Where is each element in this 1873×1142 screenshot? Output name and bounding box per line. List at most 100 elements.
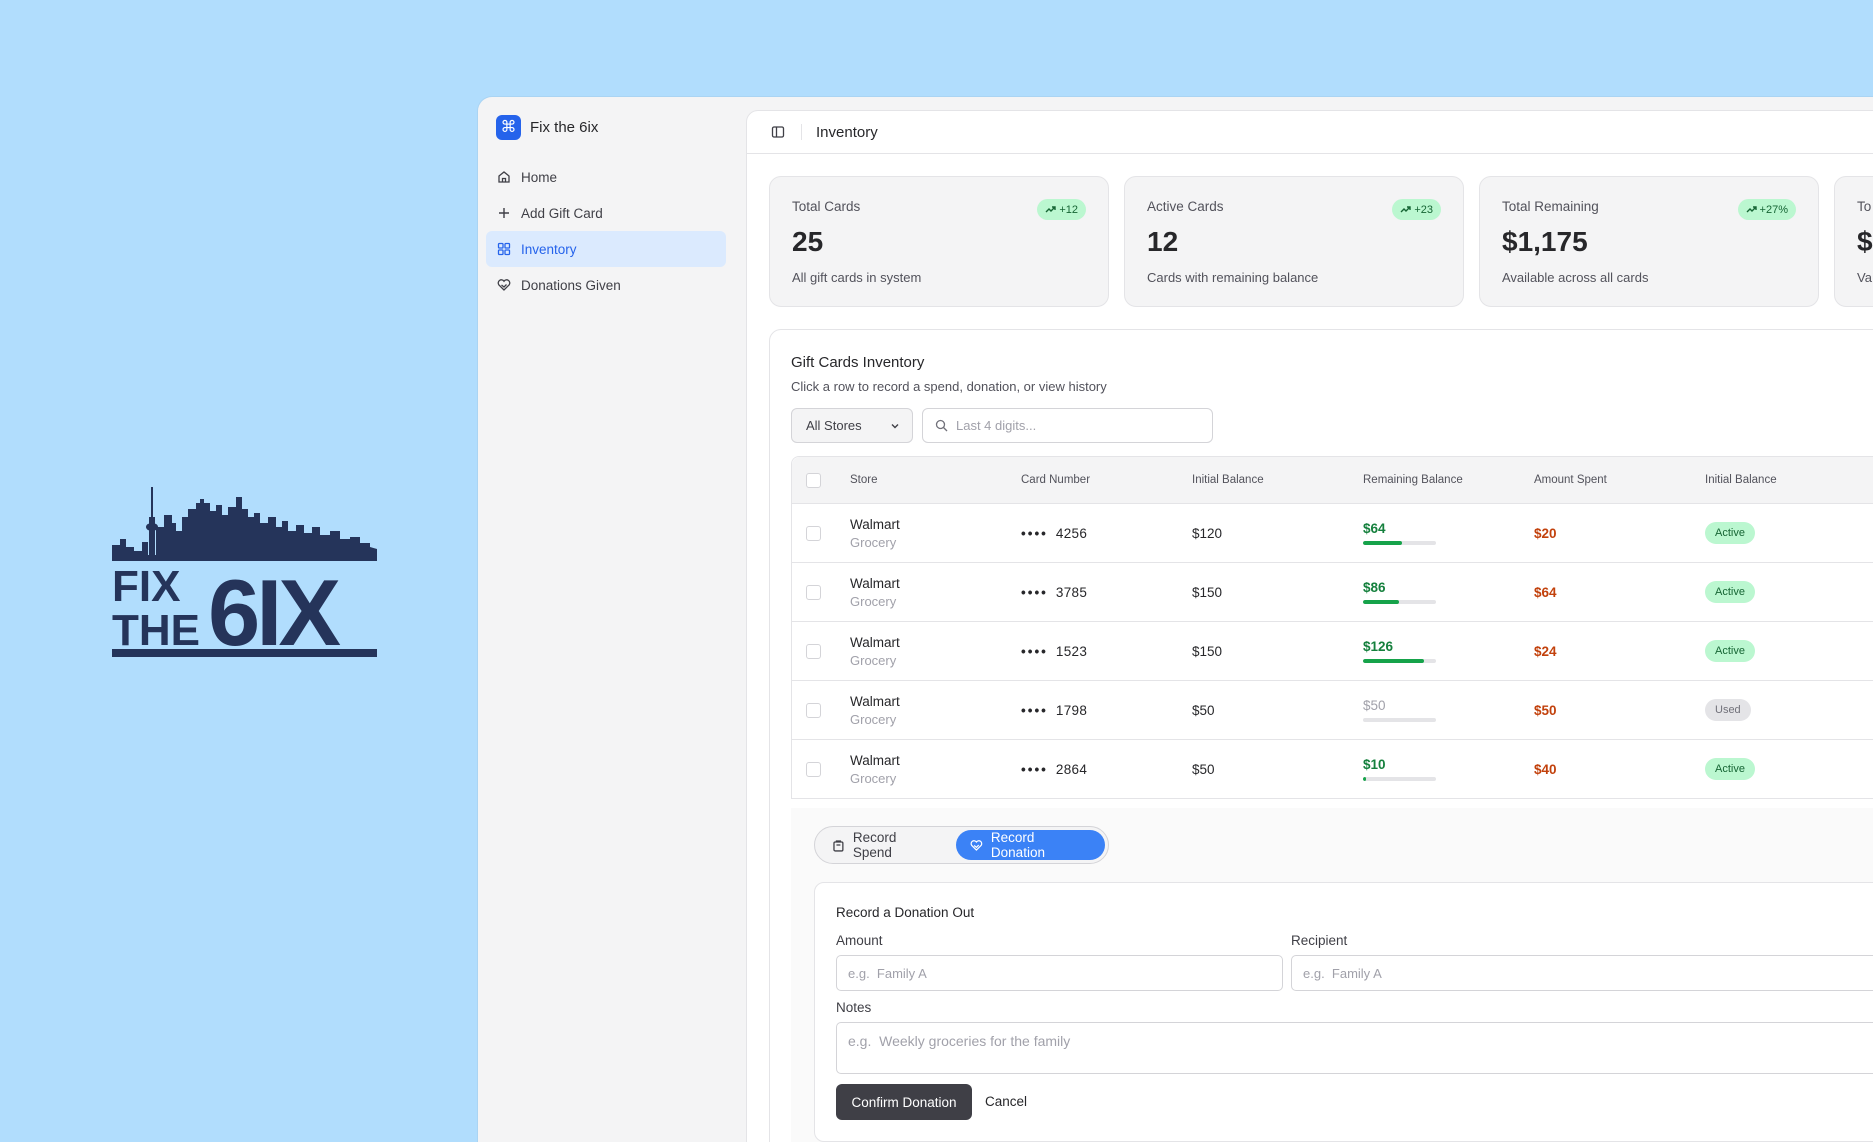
column-header-initial-balance[interactable]: Initial Balance — [1192, 474, 1264, 486]
initial-balance-cell: $120 — [1192, 525, 1223, 541]
store-filter-select[interactable]: All Stores — [791, 408, 913, 443]
stat-card-active-cards: Active Cards 12 Cards with remaining bal… — [1124, 176, 1464, 307]
row-checkbox[interactable] — [806, 702, 821, 718]
remaining-progress-bar — [1363, 541, 1436, 545]
remaining-progress-bar — [1363, 718, 1436, 722]
store-type: Grocery — [850, 711, 897, 727]
donation-form: Record a Donation Out Amount Recipient N… — [814, 882, 1873, 1142]
table-row[interactable]: Walmart Grocery •••• 2864 $50 $10 $40 Active — [792, 740, 1873, 799]
stat-card-partial: To $ Va — [1834, 176, 1873, 307]
remaining-value: $86 — [1363, 580, 1386, 595]
amount-spent-cell: $64 — [1534, 584, 1557, 600]
top-bar: Inventory — [747, 111, 1873, 154]
sidebar-item-label: Home — [521, 169, 558, 185]
row-checkbox[interactable] — [806, 761, 821, 777]
masked-digits: •••• — [1021, 702, 1048, 718]
tab-label: Record Spend — [852, 830, 897, 860]
stat-value: 25 — [792, 226, 824, 257]
trending-up-icon — [1746, 206, 1757, 213]
recipient-label: Recipient — [1291, 933, 1348, 948]
last-four-digits: 2864 — [1055, 761, 1088, 777]
table-row[interactable]: Walmart Grocery •••• 1523 $150 $126 $24 Active — [792, 622, 1873, 681]
brand-name: Fix the 6ix — [530, 119, 599, 136]
cancel-button[interactable]: Cancel — [985, 1094, 1027, 1109]
row-checkbox[interactable] — [806, 643, 821, 659]
topbar-divider — [801, 124, 802, 140]
badge-text: +12 — [1059, 203, 1078, 216]
recipient-field[interactable] — [1291, 955, 1873, 991]
column-header-card-number[interactable]: Card Number — [1021, 474, 1090, 486]
brand[interactable]: ⌘ Fix the 6ix — [496, 115, 598, 140]
inventory-table: Store Card Number Initial Balance Remain… — [791, 456, 1873, 799]
column-header-remaining-balance[interactable]: Remaining Balance — [1363, 474, 1463, 486]
column-header-status[interactable]: Initial Balance — [1705, 474, 1777, 486]
column-header-amount-spent[interactable]: Amount Spent — [1534, 474, 1607, 486]
stat-description: Va — [1857, 270, 1872, 285]
amount-field[interactable] — [836, 955, 1283, 991]
masked-digits: •••• — [1021, 761, 1048, 777]
svg-text:FIX: FIX — [112, 562, 180, 611]
remaining-progress-fill — [1363, 541, 1402, 545]
amount-spent-cell: $24 — [1534, 643, 1557, 659]
store-type: Grocery — [850, 770, 897, 786]
store-filter-value: All Stores — [806, 418, 862, 433]
status-cell: Active — [1705, 640, 1755, 662]
select-all-checkbox[interactable] — [806, 472, 821, 488]
store-name: Walmart — [850, 752, 900, 768]
remaining-value: $126 — [1363, 639, 1394, 654]
status-cell: Used — [1705, 699, 1751, 721]
sidebar-toggle-icon[interactable] — [771, 125, 785, 139]
initial-balance-cell: $150 — [1192, 584, 1223, 600]
stat-description: Available across all cards — [1502, 270, 1649, 285]
sidebar-item-home[interactable]: Home — [486, 159, 726, 195]
status-badge: Active — [1705, 581, 1755, 603]
chevron-down-icon — [891, 424, 899, 429]
amount-spent-cell: $50 — [1534, 702, 1557, 718]
remaining-value: $10 — [1363, 757, 1386, 772]
column-header-store[interactable]: Store — [850, 474, 878, 486]
last-four-digits: 4256 — [1055, 525, 1088, 541]
row-checkbox[interactable] — [806, 525, 821, 541]
stat-label: To — [1857, 199, 1872, 214]
remaining-progress-bar — [1363, 777, 1436, 781]
initial-balance-cell: $150 — [1192, 643, 1223, 659]
record-spend-tab[interactable]: Record Spend — [818, 830, 952, 860]
sidebar-item-donations-given[interactable]: Donations Given — [486, 267, 726, 303]
amount-spent-cell: $20 — [1534, 525, 1557, 541]
remaining-balance-cell: $10 — [1363, 757, 1436, 781]
confirm-donation-button[interactable]: Confirm Donation — [836, 1084, 972, 1120]
fix-the-6ix-logo: FIX THE 6IX — [112, 487, 377, 657]
store-cell: Walmart Grocery — [850, 753, 900, 786]
table-row[interactable]: Walmart Grocery •••• 3785 $150 $86 $64 Active — [792, 563, 1873, 622]
table-header: Store Card Number Initial Balance Remain… — [792, 457, 1873, 504]
section-title: Gift Cards Inventory — [791, 354, 925, 371]
card-search[interactable] — [922, 408, 1213, 443]
remaining-progress-fill — [1363, 777, 1366, 781]
status-cell: Active — [1705, 581, 1755, 603]
bag-icon — [833, 839, 844, 852]
sidebar-item-inventory[interactable]: Inventory — [486, 231, 726, 267]
card-number-cell: •••• 1798 — [1021, 703, 1087, 718]
row-checkbox[interactable] — [806, 584, 821, 600]
stat-value: 12 — [1147, 226, 1179, 257]
sidebar-item-label: Donations Given — [521, 277, 621, 293]
search-icon — [935, 419, 948, 432]
sidebar-item-add-gift-card[interactable]: Add Gift Card — [486, 195, 726, 231]
heart-hand-icon — [970, 839, 983, 851]
card-number-cell: •••• 3785 — [1021, 585, 1087, 600]
store-type: Grocery — [850, 652, 897, 668]
table-row[interactable]: Walmart Grocery •••• 4256 $120 $64 $20 Active — [792, 504, 1873, 563]
masked-digits: •••• — [1021, 643, 1048, 659]
record-donation-tab[interactable]: Record Donation — [956, 830, 1105, 860]
table-row[interactable]: Walmart Grocery •••• 1798 $50 $50 $50 Used — [792, 681, 1873, 740]
store-name: Walmart — [850, 516, 900, 532]
last-four-digits: 1798 — [1055, 702, 1088, 718]
store-cell: Walmart Grocery — [850, 694, 900, 727]
plus-icon — [499, 208, 509, 218]
grid-icon — [497, 242, 511, 256]
search-input[interactable] — [956, 418, 1196, 433]
status-badge: Active — [1705, 640, 1755, 662]
initial-balance-cell: $50 — [1192, 702, 1215, 718]
notes-field[interactable] — [836, 1022, 1873, 1074]
card-number-cell: •••• 2864 — [1021, 762, 1087, 777]
